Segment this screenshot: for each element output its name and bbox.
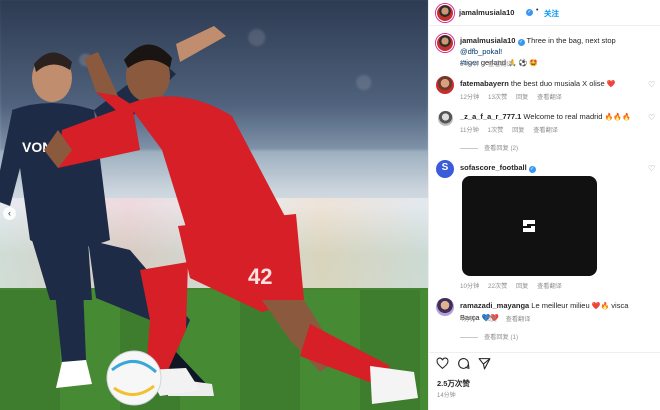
- heart-emojis: ❤️🔥: [591, 303, 610, 310]
- verified-badge-icon: ✓: [526, 9, 533, 16]
- comment-time[interactable]: 4分钟: [460, 316, 476, 323]
- post-age[interactable]: 14分钟: [437, 390, 456, 399]
- avatar[interactable]: [436, 34, 454, 52]
- avatar[interactable]: [436, 76, 454, 94]
- svg-text:42: 42: [248, 264, 272, 289]
- previous-photo-button[interactable]: ‹: [3, 207, 16, 220]
- separator-dot: •: [536, 7, 539, 14]
- avatar[interactable]: S: [436, 160, 454, 178]
- view-replies-link[interactable]: 查看回复 (2): [460, 143, 518, 152]
- likes-count[interactable]: 2.5万次赞: [437, 378, 470, 389]
- comment-meta: 10分钟 22次赞 回复 查看翻译: [460, 281, 569, 290]
- comment-time[interactable]: 11分钟: [460, 127, 479, 134]
- comment-text: fatemabayern the best duo musiala X olis…: [460, 78, 640, 90]
- reply-button[interactable]: 回复: [512, 127, 524, 134]
- like-comment-icon[interactable]: ♡: [648, 113, 655, 122]
- comment-username[interactable]: fatemabayern: [460, 79, 509, 88]
- comment-username[interactable]: ramazadi_mayanga: [460, 301, 529, 310]
- sofascore-logo-icon: S: [441, 162, 449, 173]
- translate-link[interactable]: 查看翻译: [537, 283, 562, 290]
- post-header: jamalmusiala10 ✓ • 关注: [429, 0, 660, 26]
- caption-meta: 14分钟 查看翻译: [460, 59, 520, 68]
- sofascore-logo-icon: [523, 220, 535, 232]
- comment-username[interactable]: sofascore_football: [460, 163, 527, 172]
- comment-time[interactable]: 10分钟: [460, 283, 479, 290]
- football: [106, 350, 162, 406]
- comment-body: Welcome to real madrid: [523, 112, 603, 121]
- comment-gif-image[interactable]: [462, 176, 597, 276]
- avatar[interactable]: [438, 111, 453, 126]
- post-side-panel: jamalmusiala10 ✓ • 关注 jamalmusiala10 ✓ T…: [428, 0, 660, 410]
- reply-button[interactable]: 回复: [516, 283, 528, 290]
- avatar[interactable]: [436, 298, 454, 316]
- verified-badge-icon: ✓: [528, 166, 536, 173]
- share-icon[interactable]: [478, 357, 491, 370]
- view-replies-label: 查看回复 (1): [484, 334, 519, 341]
- comment-meta: 4分钟 回复 查看翻译: [460, 314, 537, 323]
- post-actions-bar: 2.5万次赞 14分钟: [429, 352, 660, 410]
- comment-text: _z_a_f_a_r_777.1 Welcome to real madrid …: [460, 111, 640, 123]
- players-illustration: VONOVIA 42: [0, 26, 418, 406]
- post-photo: VONOVIA 42: [0, 0, 428, 410]
- comment-body: the best duo musiala X olise: [510, 79, 605, 88]
- like-comment-icon[interactable]: ♡: [648, 80, 655, 89]
- view-replies-link[interactable]: 查看回复 (1): [460, 332, 518, 341]
- replies-divider: [460, 147, 478, 149]
- verified-badge-icon: ✓: [517, 39, 525, 46]
- comment-likes[interactable]: 13次赞: [488, 94, 507, 101]
- follow-button[interactable]: 关注: [544, 8, 559, 19]
- caption-username[interactable]: jamalmusiala10: [460, 36, 515, 45]
- replies-divider: [460, 336, 478, 338]
- heart-outline-icon[interactable]: [436, 357, 449, 370]
- reply-button[interactable]: 回复: [485, 316, 497, 323]
- comment-text: sofascore_football ✓: [460, 162, 640, 173]
- comment-body: Le meilleur milieu: [531, 301, 590, 310]
- comment-username[interactable]: _z_a_f_a_r_777.1: [460, 112, 521, 121]
- comment-meta: 11分钟 1次赞 回复 查看翻译: [460, 125, 565, 134]
- comment-meta: 12分钟 13次赞 回复 查看翻译: [460, 92, 569, 101]
- caption-body: Three in the bag, next stop: [526, 36, 616, 45]
- avatar[interactable]: [436, 4, 454, 22]
- post-author-username[interactable]: jamalmusiala10: [459, 8, 514, 17]
- comment-likes[interactable]: 1次赞: [488, 127, 504, 134]
- caption-time[interactable]: 14分钟: [460, 61, 479, 68]
- mention-link[interactable]: @dfb_pokal!: [460, 47, 502, 56]
- reply-button[interactable]: 回复: [516, 94, 528, 101]
- comment-likes[interactable]: 22次赞: [488, 283, 507, 290]
- translate-link[interactable]: 查看翻译: [488, 61, 513, 68]
- view-replies-label: 查看回复 (2): [484, 145, 519, 152]
- translate-link[interactable]: 查看翻译: [537, 94, 562, 101]
- comment-icon[interactable]: [457, 357, 470, 370]
- translate-link[interactable]: 查看翻译: [506, 316, 531, 323]
- comment-time[interactable]: 12分钟: [460, 94, 479, 101]
- translate-link[interactable]: 查看翻译: [533, 127, 558, 134]
- heart-emoji: ❤️: [606, 81, 616, 88]
- fire-emojis: 🔥🔥🔥: [604, 114, 631, 121]
- like-comment-icon[interactable]: ♡: [648, 164, 655, 173]
